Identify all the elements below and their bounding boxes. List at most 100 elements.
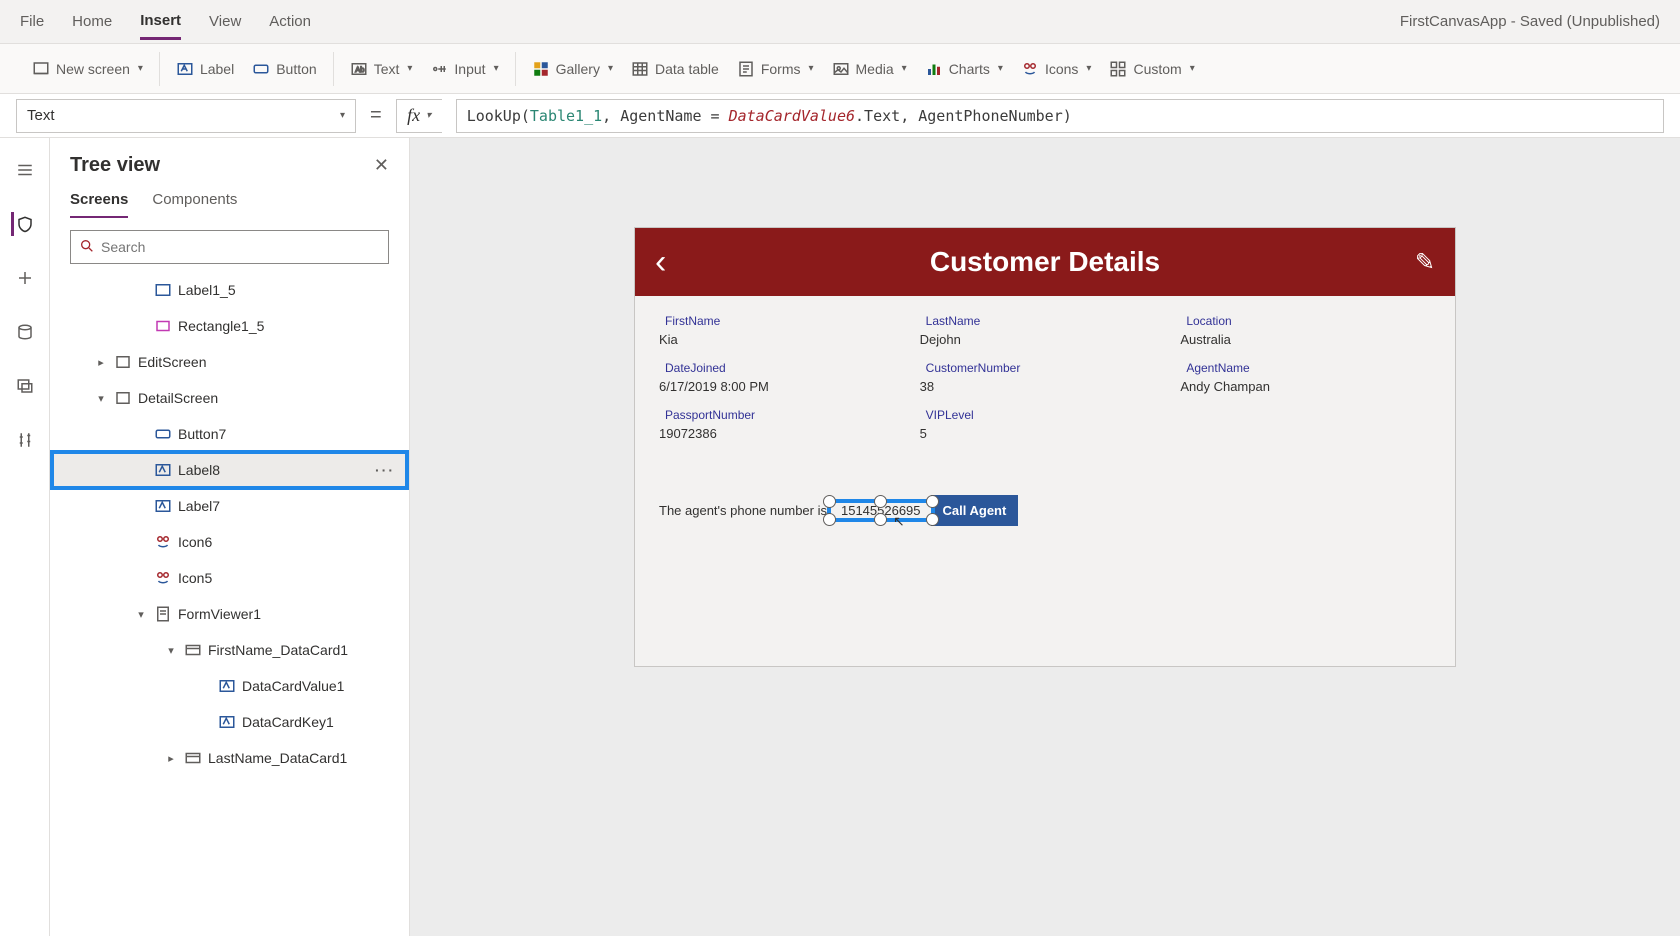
icon-icon	[154, 533, 172, 551]
label-icon	[154, 461, 172, 479]
expand-icon[interactable]: ▸	[164, 752, 178, 765]
menu-insert[interactable]: Insert	[140, 4, 181, 40]
tree-node-label: DataCardKey1	[242, 714, 334, 730]
formula-token-table: Table1_1	[530, 107, 602, 125]
forms-label: Forms	[761, 61, 801, 77]
insert-datatable-button[interactable]: Data table	[631, 60, 719, 78]
data-icon[interactable]	[13, 320, 37, 344]
call-agent-button[interactable]: Call Agent	[931, 495, 1019, 526]
card-lastname: LastNameDejohn	[920, 314, 1171, 347]
tree-node-label: FirstName_DataCard1	[208, 642, 348, 658]
tree-node-label7[interactable]: Label7	[50, 488, 409, 524]
menu-action[interactable]: Action	[269, 5, 311, 38]
insert-label-button[interactable]: Label	[176, 60, 234, 78]
chevron-down-icon: ▾	[138, 63, 143, 74]
field-value: Australia	[1180, 332, 1431, 347]
mouse-cursor-icon: ↖	[893, 513, 905, 530]
insert-input-button[interactable]: Input ▾	[430, 60, 498, 78]
screen-icon	[114, 353, 132, 371]
insert-ribbon: New screen ▾ Label Button Ab Text ▾ Inpu…	[0, 44, 1680, 94]
tree-node-label1-5[interactable]: Label1_5	[50, 272, 409, 308]
advanced-tools-icon[interactable]	[13, 428, 37, 452]
menu-file[interactable]: File	[20, 5, 44, 38]
insert-text-button[interactable]: Ab Text ▾	[350, 60, 413, 78]
tree-node-button7[interactable]: Button7	[50, 416, 409, 452]
field-label: PassportNumber	[659, 408, 910, 422]
tree-node-lastname-datacard1[interactable]: ▸ LastName_DataCard1	[50, 740, 409, 776]
insert-button-button[interactable]: Button	[252, 60, 316, 78]
insert-custom-button[interactable]: Custom ▾	[1109, 60, 1194, 78]
app-screen[interactable]: ‹ Customer Details ✎ FirstNameKia LastNa…	[635, 228, 1455, 666]
tree-node-label: FormViewer1	[178, 606, 261, 622]
tree-node-rectangle1-5[interactable]: Rectangle1_5	[50, 308, 409, 344]
resize-handle[interactable]	[926, 495, 939, 508]
chevron-down-icon: ▾	[808, 63, 813, 74]
label-icon	[176, 60, 194, 78]
collapse-icon[interactable]: ▾	[94, 392, 108, 405]
tree-node-icon6[interactable]: Icon6	[50, 524, 409, 560]
svg-text:Ab: Ab	[355, 65, 364, 74]
resize-handle[interactable]	[823, 513, 836, 526]
tree-node-label: Button7	[178, 426, 226, 442]
field-value: 38	[920, 379, 1171, 394]
back-icon[interactable]: ‹	[655, 243, 666, 282]
menu-home[interactable]: Home	[72, 5, 112, 38]
hamburger-icon[interactable]	[13, 158, 37, 182]
collapse-icon[interactable]: ▾	[164, 644, 178, 657]
tree-node-label: LastName_DataCard1	[208, 750, 347, 766]
close-panel-icon[interactable]: ✕	[374, 155, 389, 176]
gallery-icon	[532, 60, 550, 78]
tree-node-datacardkey1[interactable]: DataCardKey1	[50, 704, 409, 740]
insert-icons-button[interactable]: Icons ▾	[1021, 60, 1092, 78]
tree-node-detailscreen[interactable]: ▾ DetailScreen	[50, 380, 409, 416]
collapse-icon[interactable]: ▾	[134, 608, 148, 621]
menu-view[interactable]: View	[209, 5, 241, 38]
resize-handle[interactable]	[823, 495, 836, 508]
tree-node-editscreen[interactable]: ▸ EditScreen	[50, 344, 409, 380]
chevron-down-icon: ▾	[494, 63, 499, 74]
chevron-down-icon: ▾	[998, 63, 1003, 74]
design-canvas[interactable]: ‹ Customer Details ✎ FirstNameKia LastNa…	[410, 138, 1680, 936]
media-panel-icon[interactable]	[13, 374, 37, 398]
tree-view-panel: Tree view ✕ Screens Components Label1_5 …	[50, 138, 410, 936]
screen-icon	[32, 60, 50, 78]
tree-node-formviewer1[interactable]: ▾ FormViewer1	[50, 596, 409, 632]
expand-icon[interactable]: ▸	[94, 356, 108, 369]
tree-node-firstname-datacard1[interactable]: ▾ FirstName_DataCard1	[50, 632, 409, 668]
label-icon	[154, 281, 172, 299]
fx-button[interactable]: fx ▾	[396, 99, 442, 133]
field-value: Kia	[659, 332, 910, 347]
tree-node-icon5[interactable]: Icon5	[50, 560, 409, 596]
add-icon[interactable]	[13, 266, 37, 290]
card-datejoined: DateJoined6/17/2019 8:00 PM	[659, 361, 910, 394]
tab-components[interactable]: Components	[152, 191, 237, 218]
field-value: Andy Champan	[1180, 379, 1431, 394]
resize-handle[interactable]	[874, 513, 887, 526]
tree-search-input[interactable]	[101, 239, 380, 255]
tree-search-box[interactable]	[70, 230, 389, 264]
edit-icon[interactable]: ✎	[1415, 248, 1435, 277]
insert-gallery-button[interactable]: Gallery ▾	[532, 60, 613, 78]
insert-input-label: Input	[454, 61, 485, 77]
insert-charts-button[interactable]: Charts ▾	[925, 60, 1003, 78]
custom-icon	[1109, 60, 1127, 78]
new-screen-button[interactable]: New screen ▾	[32, 60, 143, 78]
more-options-icon[interactable]: ···	[375, 462, 395, 478]
formula-input[interactable]: LookUp(Table1_1, AgentName = DataCardVal…	[456, 99, 1664, 133]
field-label: VIPLevel	[920, 408, 1171, 422]
tree-node-label: Rectangle1_5	[178, 318, 264, 334]
tab-screens[interactable]: Screens	[70, 191, 128, 218]
tree-list[interactable]: Label1_5 Rectangle1_5 ▸ EditScreen ▾ Det…	[50, 272, 409, 936]
tree-node-label8[interactable]: Label8 ···	[50, 452, 409, 488]
icons-label: Icons	[1045, 61, 1078, 77]
resize-handle[interactable]	[874, 495, 887, 508]
resize-handle[interactable]	[926, 513, 939, 526]
property-selector[interactable]: Text ▾	[16, 99, 356, 133]
insert-forms-button[interactable]: Forms ▾	[737, 60, 814, 78]
insert-media-button[interactable]: Media ▾	[832, 60, 907, 78]
tree-node-label: DataCardValue1	[242, 678, 344, 694]
tree-node-datacardvalue1[interactable]: DataCardValue1	[50, 668, 409, 704]
field-label: DateJoined	[659, 361, 910, 375]
tree-view-icon[interactable]	[11, 212, 35, 236]
selected-label8[interactable]: 15145526695	[827, 499, 935, 522]
